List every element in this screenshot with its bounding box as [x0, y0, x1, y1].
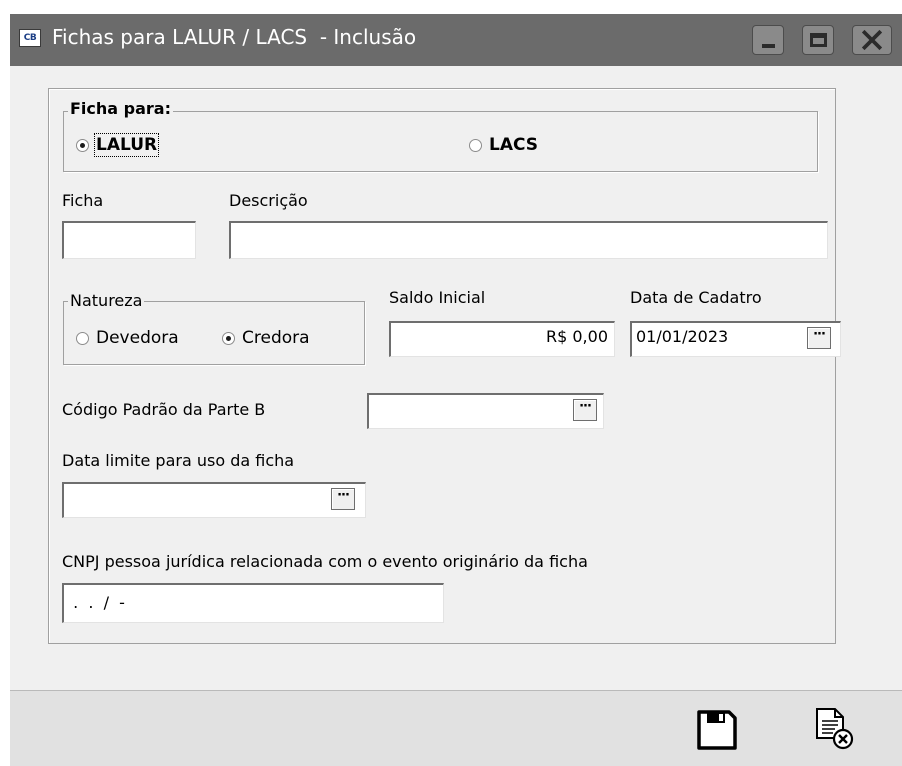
natureza-legend: Natureza — [68, 291, 145, 310]
floppy-disk-icon[interactable] — [696, 709, 738, 751]
minimize-icon — [762, 44, 775, 48]
radio-devedora[interactable]: Devedora — [76, 328, 179, 348]
saldo-inicial-label: Saldo Inicial — [389, 288, 486, 307]
maximize-button[interactable] — [802, 25, 834, 55]
saldo-inicial-input[interactable]: R$ 0,00 — [389, 321, 615, 357]
radio-lalur-label: LALUR — [93, 133, 160, 157]
footer-toolbar — [10, 691, 902, 766]
cnpj-input[interactable]: . . / - — [62, 583, 444, 623]
form-panel: Ficha para: LALUR LACS Ficha Descrição N… — [48, 88, 841, 644]
cnpj-label: CNPJ pessoa jurídica relacionada com o e… — [62, 552, 588, 571]
data-cadastro-picker-button[interactable]: ··· — [807, 327, 831, 349]
ficha-label: Ficha — [62, 191, 104, 210]
natureza-group: Natureza Devedora Credora — [63, 292, 365, 365]
close-button[interactable] — [852, 25, 892, 55]
ficha-para-group: Ficha para: LALUR LACS — [63, 100, 818, 172]
radio-lacs-label: LACS — [489, 135, 539, 155]
descricao-input[interactable] — [229, 221, 828, 259]
dialog-window: CB Fichas para LALUR / LACS - Inclusão F… — [10, 14, 902, 766]
radio-credora-label: Credora — [242, 328, 310, 348]
codigo-padrao-label: Código Padrão da Parte B — [62, 400, 266, 419]
ficha-para-legend: Ficha para: — [68, 99, 173, 118]
radio-lacs-indicator — [469, 138, 482, 152]
minimize-button[interactable] — [752, 25, 784, 55]
radio-devedora-indicator — [76, 331, 89, 345]
title-bar[interactable]: CB Fichas para LALUR / LACS - Inclusão — [10, 14, 902, 66]
window-title: Fichas para LALUR / LACS - Inclusão — [52, 25, 417, 49]
data-limite-label: Data limite para uso da ficha — [62, 451, 295, 470]
radio-credora[interactable]: Credora — [222, 328, 310, 348]
radio-lalur-indicator — [76, 138, 89, 152]
descricao-label: Descrição — [229, 191, 308, 210]
data-limite-picker-button[interactable]: ··· — [331, 488, 355, 510]
document-cancel-icon[interactable] — [813, 706, 859, 752]
radio-credora-indicator — [222, 331, 235, 345]
codigo-padrao-input[interactable] — [367, 393, 604, 429]
close-icon — [861, 29, 883, 51]
data-limite-input[interactable] — [62, 482, 366, 518]
data-cadastro-label: Data de Cadatro — [630, 288, 762, 307]
radio-lacs[interactable]: LACS — [469, 135, 538, 155]
ficha-input[interactable] — [62, 221, 196, 259]
app-logo-icon: CB — [19, 29, 41, 47]
radio-devedora-label: Devedora — [96, 328, 179, 348]
maximize-icon — [810, 33, 827, 47]
radio-lalur[interactable]: LALUR — [76, 133, 160, 157]
codigo-padrao-lookup-button[interactable]: ··· — [573, 399, 597, 421]
